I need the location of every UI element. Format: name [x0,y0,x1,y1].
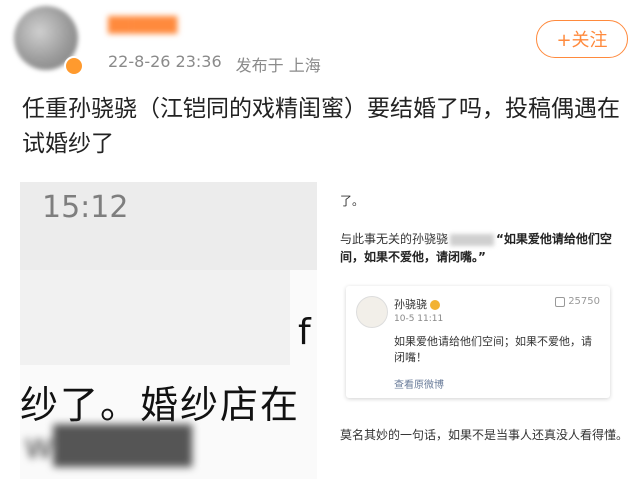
image-fragment: f [298,312,311,353]
right-line1-prefix: 与此事无关的孙骁骁 [340,232,449,246]
post-image-left[interactable]: 15:12 f 纱了。婚纱店在 w█████ [20,182,317,479]
right-line0: 了。 [340,194,365,208]
right-bottom-text: 莫名其妙的一句话，如果不是当事人还真没人看得懂。 [340,428,629,442]
card-likes-count: 25750 [568,296,600,307]
right-line1: 与此事无关的孙骁骁 “如果爱他请给他们空间，如果不爱他，请闭嘴。” [340,230,628,266]
post-text: 任重孙骁骁（江铠同的戏精闺蜜）要结婚了吗，投稿偶遇在试婚纱了 [22,96,620,157]
follow-button[interactable]: +关注 [536,20,628,58]
image-time: 15:12 [42,190,129,225]
card-avatar [356,296,388,328]
vip-icon [430,300,440,310]
card-name: 孙骁骁 [394,296,440,312]
post-image-right[interactable]: 了。 与此事无关的孙骁骁 “如果爱他请给他们空间，如果不爱他，请闭嘴。” 孙骁骁 … [324,182,640,479]
timestamp: 22-8-26 23:36 [108,52,222,71]
card-link: 查看原微博 [394,380,444,391]
username[interactable]: ██████ [108,14,258,36]
location: 发布于 上海 [235,56,321,75]
follow-label: +关注 [556,30,608,51]
post-meta: 22-8-26 23:36 发布于 上海 [108,52,321,76]
thumbs-up-icon [555,296,566,307]
embedded-weibo-card: 孙骁骁 10-5 11:11 25750 如果爱他请给他们空间；如果不爱他，请闭… [346,286,610,398]
blurred-text [450,233,495,246]
card-time: 10-5 11:11 [394,314,444,324]
card-body: 如果爱他请给他们空间；如果不爱他，请闭嘴！ [394,335,592,364]
verified-badge-icon [64,56,84,76]
image-grey-block [20,270,290,365]
image-blur-line: w█████ [24,426,192,467]
image-big-line: 纱了。婚纱店在 [20,383,301,427]
card-likes: 25750 [555,296,600,307]
